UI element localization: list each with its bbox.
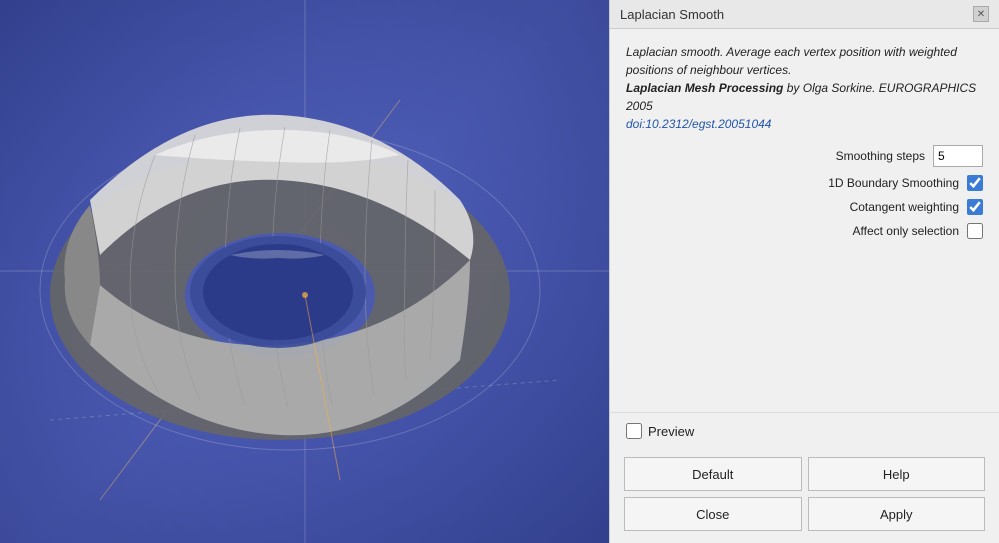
dialog-body: Laplacian smooth. Average each vertex po… (610, 29, 999, 412)
preview-checkbox[interactable] (626, 423, 642, 439)
button-section: Default Help Close Apply (610, 449, 999, 543)
smoothing-steps-input[interactable] (933, 145, 983, 167)
boundary-smoothing-checkbox[interactable] (967, 175, 983, 191)
affect-only-selection-label: Affect only selection (852, 224, 959, 238)
dialog-close-button[interactable]: ✕ (973, 6, 989, 22)
default-button[interactable]: Default (624, 457, 802, 491)
3d-viewport[interactable] (0, 0, 609, 543)
description-line1: Laplacian smooth. Average each vertex po… (626, 45, 957, 77)
dialog-titlebar: Laplacian Smooth ✕ (610, 0, 999, 29)
laplacian-smooth-dialog: Laplacian Smooth ✕ Laplacian smooth. Ave… (609, 0, 999, 543)
close-button[interactable]: Close (624, 497, 802, 531)
help-button[interactable]: Help (808, 457, 986, 491)
parameters-section: Smoothing steps 1D Boundary Smoothing Co… (626, 145, 983, 239)
cotangent-weighting-row: Cotangent weighting (626, 199, 983, 215)
preview-section: Preview (610, 412, 999, 449)
affect-only-selection-row: Affect only selection (626, 223, 983, 239)
boundary-smoothing-row: 1D Boundary Smoothing (626, 175, 983, 191)
cotangent-weighting-checkbox[interactable] (967, 199, 983, 215)
preview-label: Preview (648, 424, 694, 439)
smoothing-steps-label: Smoothing steps (836, 149, 925, 163)
smoothing-steps-row: Smoothing steps (626, 145, 983, 167)
description-link[interactable]: doi:10.2312/egst.20051044 (626, 117, 771, 131)
boundary-smoothing-label: 1D Boundary Smoothing (828, 176, 959, 190)
description-text: Laplacian smooth. Average each vertex po… (626, 43, 983, 133)
description-bold: Laplacian Mesh Processing (626, 81, 783, 95)
affect-only-selection-checkbox[interactable] (967, 223, 983, 239)
cotangent-weighting-label: Cotangent weighting (850, 200, 959, 214)
dialog-title: Laplacian Smooth (620, 7, 724, 22)
apply-button[interactable]: Apply (808, 497, 986, 531)
